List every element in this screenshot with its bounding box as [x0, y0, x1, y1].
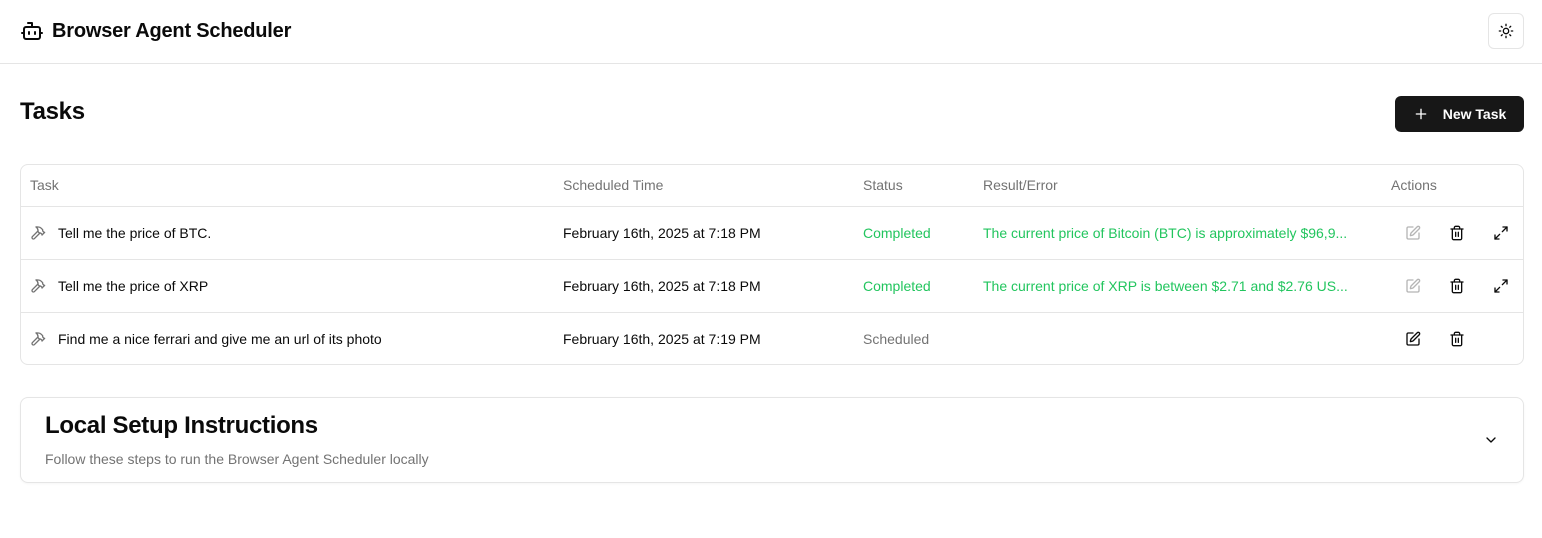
expand-button[interactable]	[1479, 270, 1523, 302]
theme-toggle-button[interactable]	[1488, 13, 1524, 49]
setup-instructions-card[interactable]: Local Setup Instructions Follow these st…	[20, 397, 1524, 483]
scheduled-time: February 16th, 2025 at 7:18 PM	[563, 277, 761, 294]
brand: Browser Agent Scheduler	[20, 17, 291, 45]
task-name: Tell me the price of XRP	[58, 277, 209, 294]
edit-icon	[1405, 225, 1421, 241]
header-status: Status	[863, 177, 903, 194]
plus-icon	[1413, 106, 1429, 122]
status-badge: Completed	[863, 224, 931, 241]
hammer-icon	[30, 278, 46, 294]
hammer-icon	[30, 225, 46, 241]
page-title: Tasks	[20, 98, 85, 125]
new-task-label: New Task	[1442, 106, 1507, 122]
delete-button[interactable]	[1435, 270, 1479, 302]
chevron-down-icon[interactable]	[1483, 432, 1499, 448]
scheduled-time: February 16th, 2025 at 7:19 PM	[563, 330, 761, 347]
edit-button[interactable]	[1391, 323, 1435, 355]
edit-button[interactable]	[1391, 270, 1435, 302]
edit-icon	[1405, 331, 1421, 347]
header-scheduled-time: Scheduled Time	[563, 177, 664, 194]
bot-icon	[20, 19, 44, 43]
table-row: Find me a nice ferrari and give me an ur…	[21, 312, 1523, 364]
table-header-row: Task Scheduled Time Status Result/Error …	[21, 165, 1523, 206]
table-row: Tell me the price of BTC. February 16th,…	[21, 206, 1523, 259]
trash-icon	[1449, 278, 1465, 294]
edit-button[interactable]	[1391, 217, 1435, 249]
header-task: Task	[30, 177, 59, 194]
trash-icon	[1449, 225, 1465, 241]
new-task-button[interactable]: New Task	[1395, 96, 1524, 132]
expand-icon	[1493, 225, 1509, 241]
task-name: Tell me the price of BTC.	[58, 224, 212, 241]
header-result-error: Result/Error	[983, 177, 1058, 194]
trash-icon	[1449, 331, 1465, 347]
expand-button[interactable]	[1479, 217, 1523, 249]
status-badge: Completed	[863, 277, 931, 294]
app-title: Browser Agent Scheduler	[52, 19, 292, 42]
app-header: Browser Agent Scheduler	[0, 0, 1542, 64]
task-name: Find me a nice ferrari and give me an ur…	[58, 330, 382, 347]
header-actions: Actions	[1391, 177, 1437, 194]
delete-button[interactable]	[1435, 323, 1479, 355]
task-result: The current price of XRP is between $2.7…	[983, 277, 1348, 294]
setup-title: Local Setup Instructions	[45, 412, 318, 439]
sun-icon	[1498, 23, 1514, 39]
setup-subtitle: Follow these steps to run the Browser Ag…	[45, 451, 429, 467]
scheduled-time: February 16th, 2025 at 7:18 PM	[563, 224, 761, 241]
task-result: The current price of Bitcoin (BTC) is ap…	[983, 224, 1348, 241]
tasks-table: Task Scheduled Time Status Result/Error …	[20, 164, 1524, 365]
hammer-icon	[30, 331, 46, 347]
table-row: Tell me the price of XRP February 16th, …	[21, 259, 1523, 312]
status-badge: Scheduled	[863, 330, 930, 347]
delete-button[interactable]	[1435, 217, 1479, 249]
edit-icon	[1405, 278, 1421, 294]
expand-icon	[1493, 278, 1509, 294]
